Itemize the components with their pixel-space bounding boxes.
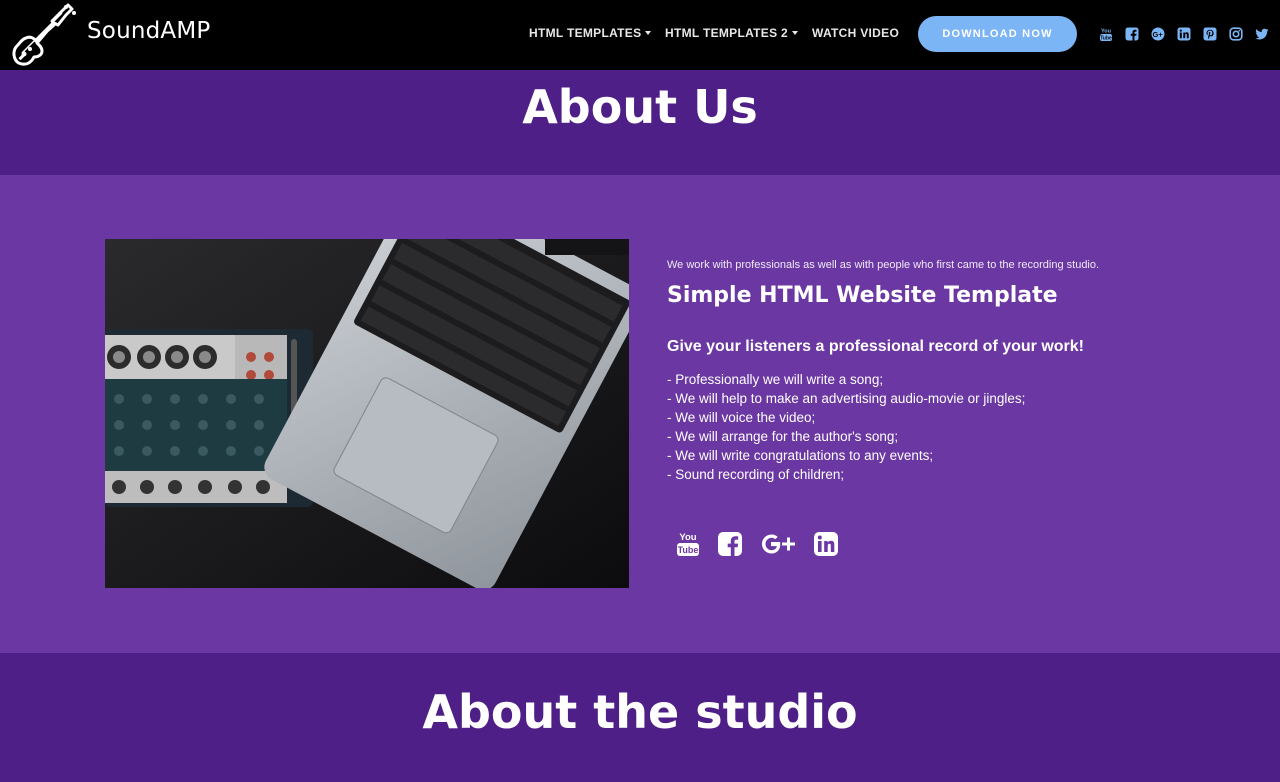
instagram-icon[interactable] [1229,27,1243,41]
download-now-button[interactable]: DOWNLOAD NOW [918,16,1077,52]
pinterest-icon[interactable] [1203,27,1217,41]
template-title: Simple HTML Website Template [667,283,1058,308]
guitar-logo-icon[interactable] [8,3,80,67]
google-plus-icon[interactable] [761,531,797,557]
navbar: SoundAMP HTML TEMPLATES HTML TEMPLATES 2… [0,0,1280,70]
about-heading-band: About Us [0,70,1280,175]
facebook-icon[interactable] [1125,27,1139,41]
nav-html-templates-label: HTML TEMPLATES [529,26,642,40]
brand-name[interactable]: SoundAMP [87,18,210,44]
services-list: - Professionally we will write a song; -… [667,370,1025,484]
linkedin-icon[interactable] [813,531,839,557]
tagline: Give your listeners a professional recor… [667,338,1085,355]
svg-text:You: You [679,532,696,543]
google-plus-icon[interactable]: G+ [1151,27,1165,41]
list-item: - We will voice the video; [667,410,816,425]
nav-watch-video[interactable]: WATCH VIDEO [812,26,899,40]
list-item: - Sound recording of children; [667,467,845,482]
caret-down-icon [792,31,799,35]
list-item: - Professionally we will write a song; [667,372,884,387]
svg-text:Tube: Tube [1100,36,1112,42]
caret-down-icon [645,31,652,35]
youtube-icon[interactable]: You Tube [1099,27,1113,41]
nav-html-templates-2[interactable]: HTML TEMPLATES 2 [665,26,799,40]
studio-photo [105,239,629,588]
svg-text:Tube: Tube [678,545,699,555]
about-studio-heading: About the studio [422,685,858,739]
list-item: - We will help to make an advertising au… [667,391,1026,406]
intro-text: We work with professionals as well as wi… [667,259,1100,271]
svg-text:You: You [1101,29,1111,35]
nav-html-templates[interactable]: HTML TEMPLATES [529,26,652,40]
studio-heading-band: About the studio [0,653,1280,782]
svg-text:G+: G+ [1152,30,1163,39]
nav-watch-video-label: WATCH VIDEO [812,26,900,40]
twitter-icon[interactable] [1255,27,1269,41]
linkedin-icon[interactable] [1177,27,1191,41]
list-item: - We will write congratulations to any e… [667,448,934,463]
facebook-icon[interactable] [717,531,743,557]
about-us-heading: About Us [522,80,758,134]
youtube-icon[interactable]: You Tube [675,531,701,557]
list-item: - We will arrange for the author's song; [667,429,899,444]
nav-html-templates-2-label: HTML TEMPLATES 2 [665,26,789,40]
